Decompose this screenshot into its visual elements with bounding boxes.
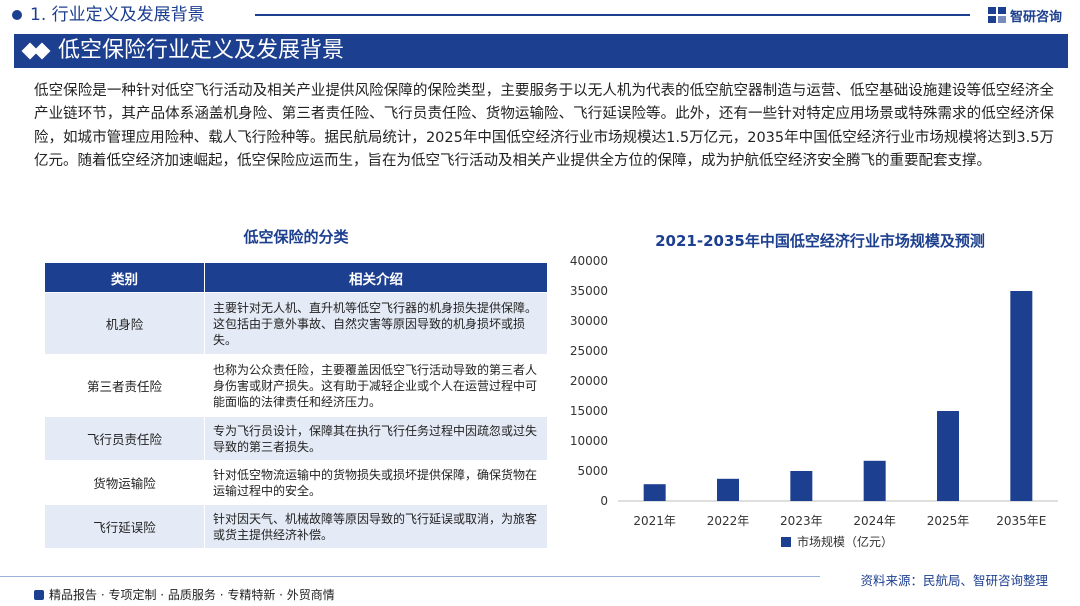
market-size-bar-chart: 0 5000 10000 15000 20000 25000 30000 35000 40000… [570, 254, 1058, 549]
y-tick-label: 35000 [570, 284, 608, 298]
y-tick-label: 40000 [570, 254, 608, 268]
category-name: 第三者责任险 [44, 354, 205, 417]
chart-title: 2021-2035年中国低空经济行业市场规模及预测 [655, 232, 985, 250]
category-description: 主要针对无人机、直升机等低空飞行器的机身损失提供保障。这包括由于意外事故、自然灾… [204, 292, 548, 355]
bar [643, 484, 666, 501]
footer-services: 精品报告 · 专项定制 · 品质服务 · 专精特新 · 外贸商情 [34, 586, 335, 603]
y-tick-label: 10000 [570, 434, 608, 448]
logo-icon [988, 7, 1006, 23]
footer-services-text: 精品报告 · 专项定制 · 品质服务 · 专精特新 · 外贸商情 [49, 588, 335, 602]
table-row: 飞行延误险 针对因天气、机械故障等原因导致的飞行延误或取消，为旅客或货主提供经济… [44, 504, 548, 549]
bar [937, 411, 959, 501]
x-tick-label: 2035年E [996, 514, 1046, 528]
x-tick-label: 2022年 [707, 514, 750, 528]
footer-divider [0, 576, 820, 577]
x-tick-label: 2025年 [927, 514, 970, 528]
column-header-category: 类别 [44, 262, 205, 293]
table-row: 货物运输险 针对低空物流运输中的货物损失或损坏提供保障，确保货物在运输过程中的安… [44, 460, 548, 505]
x-tick-label: 2023年 [780, 514, 823, 528]
data-source: 资料来源：民航局、智研咨询整理 [860, 573, 1048, 588]
intro-paragraph: 低空保险是一种针对低空飞行活动及相关产业提供风险保障的保险类型，主要服务于以无人… [34, 83, 1054, 170]
category-name: 货物运输险 [44, 460, 205, 505]
diamond-icon [33, 42, 51, 60]
report-icon [34, 589, 44, 600]
y-tick-label: 20000 [570, 374, 608, 388]
bar [1010, 291, 1033, 501]
table-row: 第三者责任险 也称为公众责任险，主要覆盖因低空飞行活动导致的第三者人身伤害或财产… [44, 354, 548, 417]
bar [863, 460, 886, 501]
table-header-row: 类别 相关介绍 [44, 262, 548, 293]
logo: 智研咨询 [988, 5, 1062, 25]
page-banner: 低空保险行业定义及发展背景 [14, 34, 1068, 68]
y-tick-label: 15000 [570, 404, 608, 418]
logo-text: 智研咨询 [1010, 9, 1063, 25]
column-header-description: 相关介绍 [204, 262, 548, 293]
table-row: 飞行员责任险 专为飞行员设计，保障其在执行飞行任务过程中因疏忽或过失导致的第三者… [44, 416, 548, 461]
bullet-dot-icon [12, 10, 22, 20]
category-description: 针对低空物流运输中的货物损失或损坏提供保障，确保货物在运输过程中的安全。 [204, 460, 548, 505]
category-description: 针对因天气、机械故障等原因导致的飞行延误或取消，为旅客或货主提供经济补偿。 [204, 504, 548, 549]
y-tick-label: 0 [600, 494, 608, 508]
table-title: 低空保险的分类 [243, 228, 349, 246]
x-tick-label: 2024年 [853, 514, 896, 528]
legend-swatch [781, 537, 791, 547]
category-description: 专为飞行员设计，保障其在执行飞行任务过程中因疏忽或过失导致的第三者损失。 [204, 416, 548, 461]
bar [790, 471, 813, 501]
y-tick-label: 5000 [577, 464, 608, 478]
category-name: 机身险 [44, 292, 205, 355]
x-tick-label: 2021年 [633, 514, 676, 528]
category-table: 类别 相关介绍 机身险 主要针对无人机、直升机等低空飞行器的机身损失提供保障。这… [44, 262, 548, 549]
header-divider [255, 14, 970, 16]
table-row: 机身险 主要针对无人机、直升机等低空飞行器的机身损失提供保障。这包括由于意外事故… [44, 292, 548, 355]
y-tick-label: 30000 [570, 314, 608, 328]
category-name: 飞行延误险 [44, 504, 205, 549]
y-tick-label: 25000 [570, 344, 608, 358]
category-name: 飞行员责任险 [44, 416, 205, 461]
legend-label: 市场规模（亿元） [797, 534, 893, 549]
page-title: 低空保险行业定义及发展背景 [58, 38, 345, 63]
section-title: 1. 行业定义及发展背景 [30, 5, 205, 25]
category-description: 也称为公众责任险，主要覆盖因低空飞行活动导致的第三者人身伤害或财产损失。这有助于… [204, 354, 548, 417]
top-bar: 1. 行业定义及发展背景 智研咨询 [0, 0, 1080, 30]
bar [717, 478, 739, 501]
